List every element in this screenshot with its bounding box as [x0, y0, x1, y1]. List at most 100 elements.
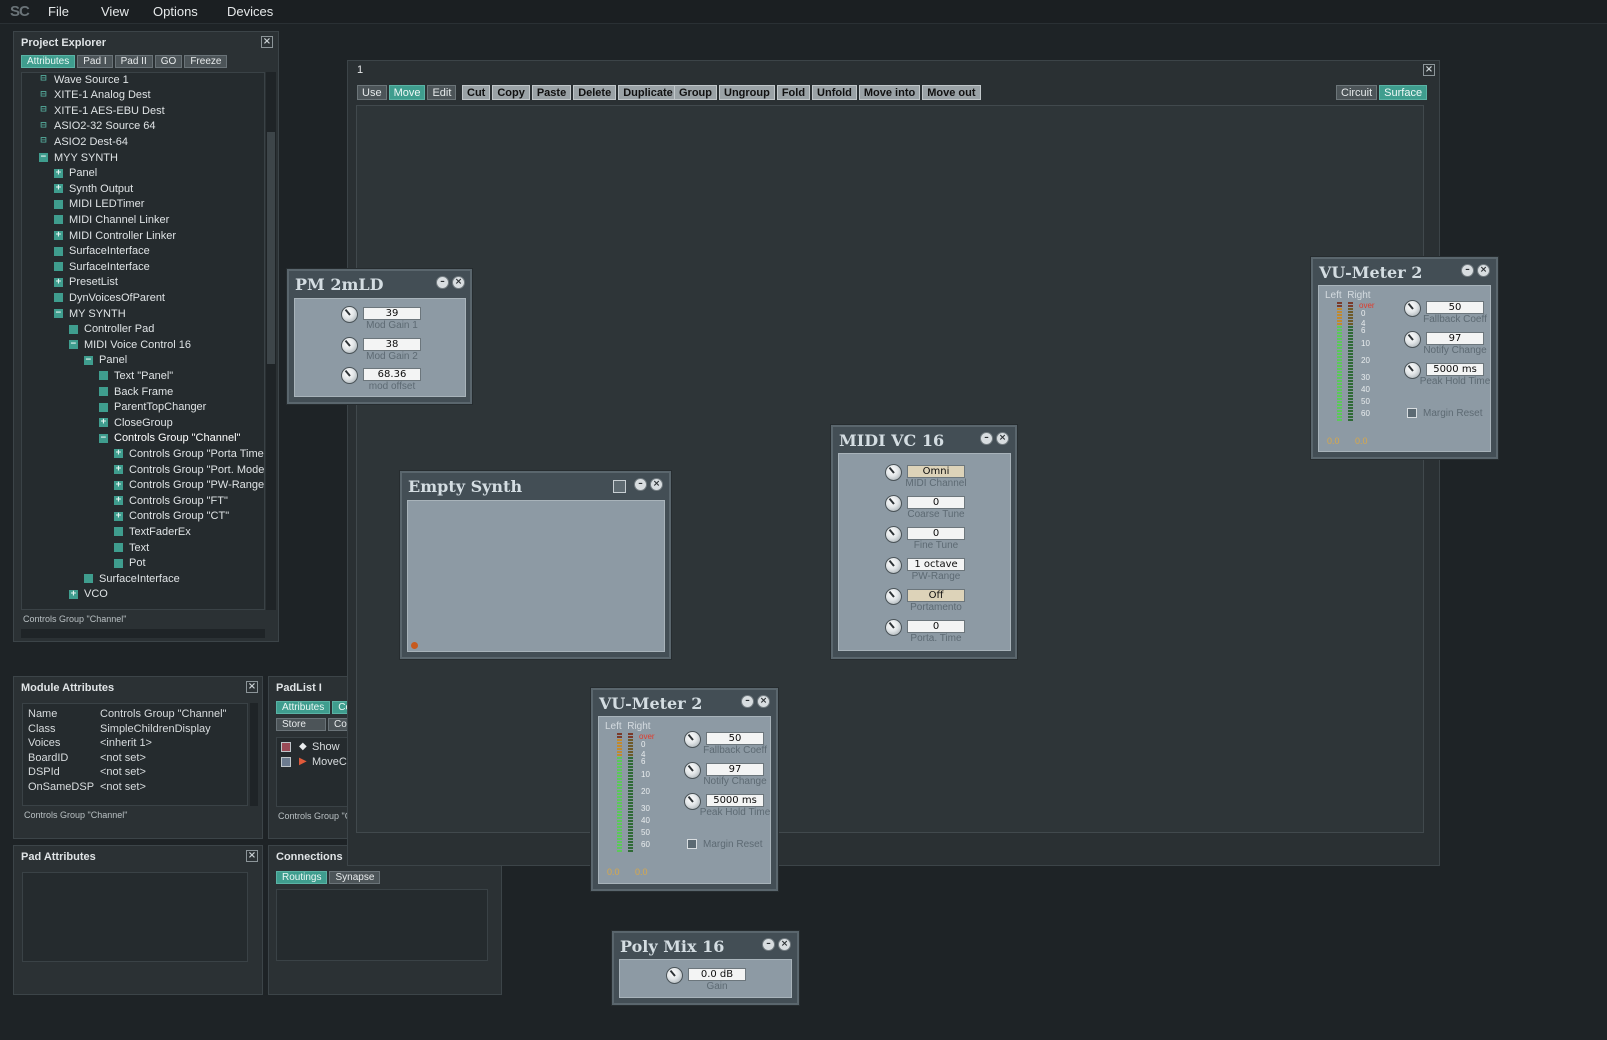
value-field[interactable]: 97: [706, 763, 764, 776]
expand-icon[interactable]: +: [114, 449, 123, 459]
tree-item[interactable]: ⊟ XITE-1 AES-EBU Dest: [39, 103, 164, 118]
tab-attributes[interactable]: Attributes: [276, 701, 331, 714]
minimize-icon[interactable]: –: [980, 432, 993, 445]
attribute-value[interactable]: <not set>: [100, 752, 146, 764]
mode-button-use[interactable]: Use: [357, 85, 387, 100]
minimize-icon[interactable]: –: [741, 695, 754, 708]
tree-item[interactable]: Text: [114, 540, 149, 555]
expand-icon[interactable]: +: [114, 465, 123, 474]
tree-item[interactable]: MIDI Channel Linker: [54, 212, 169, 227]
tree-item[interactable]: − Panel: [84, 353, 127, 368]
group-button-fold[interactable]: Fold: [776, 85, 811, 100]
value-field[interactable]: 50: [706, 732, 764, 745]
tab-routings[interactable]: Routings: [276, 871, 328, 884]
view-button-circuit[interactable]: Circuit: [1336, 85, 1378, 100]
value-field[interactable]: 1 octave: [907, 558, 965, 571]
tree-item[interactable]: − MIDI Voice Control 16: [69, 337, 191, 352]
attribute-value[interactable]: <not set>: [100, 781, 146, 793]
tree-item[interactable]: SurfaceInterface: [54, 259, 150, 274]
attribute-value[interactable]: Controls Group "Channel": [100, 708, 226, 720]
group-button-unfold[interactable]: Unfold: [812, 85, 857, 100]
collapse-icon[interactable]: −: [84, 355, 93, 365]
edit-button-paste[interactable]: Paste: [531, 85, 572, 100]
attribute-value[interactable]: SimpleChildrenDisplay: [100, 723, 211, 735]
edit-button-cut[interactable]: Cut: [462, 85, 491, 100]
module-vu-meter-bottom[interactable]: VU-Meter 2 – × Left Right over 0 4 6 10 20 30 40…: [591, 688, 778, 891]
module-empty-synth[interactable]: Empty Synth – ×: [400, 471, 671, 659]
menu-view[interactable]: View: [101, 4, 129, 19]
tree-item[interactable]: ⊟ Wave Source 1: [39, 73, 128, 87]
expand-icon[interactable]: +: [69, 589, 78, 599]
attributes-scrollbar[interactable]: [250, 703, 258, 806]
pad-name[interactable]: Show: [312, 741, 340, 753]
copy-icon[interactable]: [613, 480, 626, 493]
menu-devices[interactable]: Devices: [227, 4, 273, 19]
tree-item[interactable]: Text "Panel": [99, 368, 173, 383]
value-field[interactable]: 50: [1426, 301, 1484, 314]
module-poly-mix-16[interactable]: Poly Mix 16 – × 0.0 dB Gain: [612, 931, 799, 1005]
edit-button-copy[interactable]: Copy: [492, 85, 530, 100]
value-field[interactable]: 38: [363, 337, 421, 351]
close-icon[interactable]: ×: [1477, 264, 1490, 277]
tree-item[interactable]: SurfaceInterface: [84, 571, 180, 586]
tree-item[interactable]: TextFaderEx: [114, 524, 191, 539]
edit-button-duplicate[interactable]: Duplicate: [618, 85, 678, 100]
value-field[interactable]: Off: [907, 589, 965, 602]
expand-icon[interactable]: +: [54, 231, 63, 240]
minimize-icon[interactable]: –: [436, 276, 449, 289]
close-icon[interactable]: ×: [996, 432, 1009, 445]
value-field[interactable]: 0: [907, 620, 965, 633]
value-field[interactable]: 0: [907, 496, 965, 509]
tab-synapse[interactable]: Synapse: [329, 871, 381, 884]
group-button-ungroup[interactable]: Ungroup: [719, 85, 775, 100]
value-field[interactable]: 39: [363, 307, 421, 320]
tree-item[interactable]: MIDI LEDTimer: [54, 197, 144, 212]
expand-icon[interactable]: +: [99, 418, 108, 428]
tree-item[interactable]: + Controls Group "PW-Range": [114, 478, 264, 493]
tree-item[interactable]: + VCO: [69, 587, 108, 602]
expand-icon[interactable]: +: [54, 168, 63, 178]
close-icon[interactable]: ×: [650, 478, 663, 491]
tree-item[interactable]: ⊟ ASIO2 Dest-64: [39, 134, 128, 149]
tab-freeze[interactable]: Freeze: [184, 55, 228, 68]
tree-item[interactable]: − Controls Group "Channel": [99, 431, 240, 446]
collapse-icon[interactable]: −: [99, 433, 108, 443]
group-button-move-out[interactable]: Move out: [922, 85, 981, 100]
tree-item[interactable]: Controller Pad: [69, 322, 154, 337]
close-icon[interactable]: ×: [452, 276, 465, 289]
tree-item[interactable]: ParentTopChanger: [99, 400, 206, 415]
tree-item[interactable]: SurfaceInterface: [54, 244, 150, 259]
tab-pad-i[interactable]: Pad I: [77, 55, 113, 68]
close-icon[interactable]: ×: [1423, 64, 1435, 76]
expand-icon[interactable]: +: [54, 184, 63, 194]
view-button-surface[interactable]: Surface: [1379, 85, 1428, 100]
tree-item[interactable]: + Controls Group "CT": [114, 509, 229, 524]
tree-item[interactable]: + Synth Output: [54, 181, 133, 196]
menu-options[interactable]: Options: [153, 4, 198, 19]
tree-item[interactable]: ⊟ ASIO2-32 Source 64: [39, 119, 155, 134]
module-pm-2mld[interactable]: PM 2mLD – × 39 Mod Gain 1 38 Mod Gain 2 68.3…: [287, 269, 472, 404]
tab-pad-ii[interactable]: Pad II: [114, 55, 153, 68]
collapse-icon[interactable]: −: [69, 340, 78, 350]
close-icon[interactable]: ×: [246, 681, 258, 693]
close-icon[interactable]: ×: [778, 938, 791, 951]
tree-item[interactable]: Back Frame: [99, 384, 173, 399]
tree-item[interactable]: + CloseGroup: [99, 415, 173, 430]
tree-item[interactable]: + PresetList: [54, 275, 118, 290]
close-icon[interactable]: ×: [261, 36, 273, 48]
value-field[interactable]: 0.0 dB: [688, 968, 746, 981]
collapse-icon[interactable]: −: [54, 309, 63, 318]
menu-file[interactable]: File: [48, 4, 69, 19]
tree-item[interactable]: − MY SYNTH: [54, 306, 126, 321]
attribute-value[interactable]: <not set>: [100, 766, 146, 778]
button-store[interactable]: Store: [276, 718, 326, 731]
minimize-icon[interactable]: –: [634, 478, 647, 491]
tree-item[interactable]: + Controls Group "FT": [114, 493, 228, 508]
value-field[interactable]: 68.36: [363, 368, 421, 381]
tree-item[interactable]: + MIDI Controller Linker: [54, 228, 176, 243]
tree-item[interactable]: Pot: [114, 556, 146, 571]
expand-icon[interactable]: +: [114, 511, 123, 521]
mode-button-edit[interactable]: Edit: [427, 85, 457, 100]
module-midi-vc-16[interactable]: MIDI VC 16 – × Omni MIDI Channel 0 Coarse T…: [831, 425, 1017, 659]
value-field[interactable]: 97: [1426, 332, 1484, 345]
